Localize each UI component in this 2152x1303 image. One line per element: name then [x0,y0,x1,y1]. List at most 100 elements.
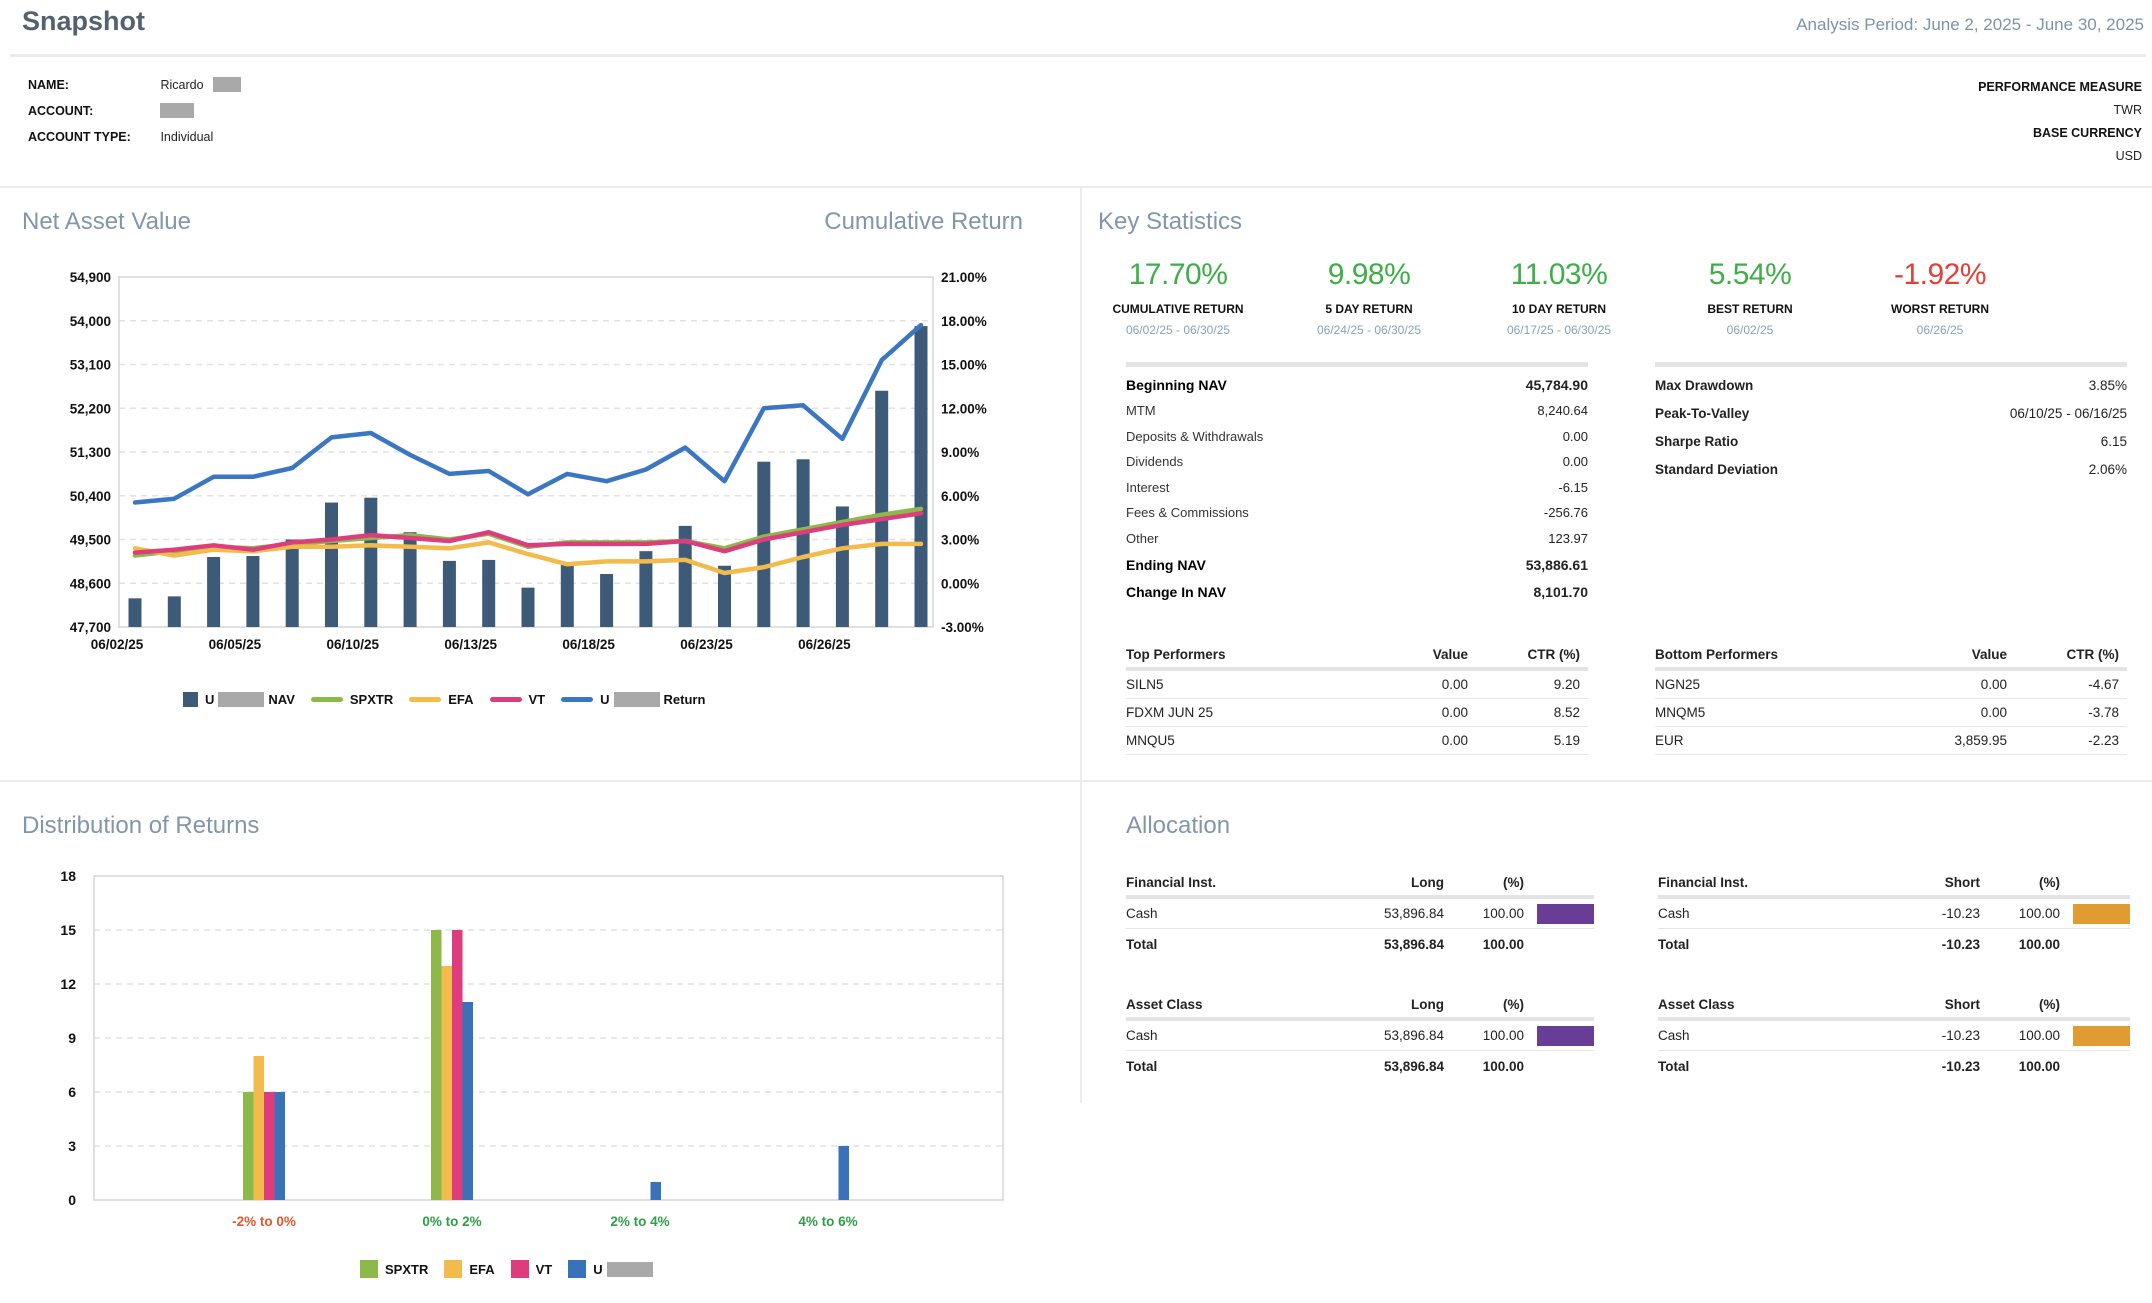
instrument-value: 0.00 [1892,705,2007,720]
total-label: Total [1126,937,1334,952]
name-value: Ricardo [160,78,203,92]
left-axis-tick: 47,700 [70,620,111,635]
column-header: Asset Class [1658,997,1870,1012]
instrument-name: MNQM5 [1655,705,1892,720]
stat-dates: 06/02/25 [1655,323,1845,337]
nav-bar [797,459,810,627]
table-row: Beginning NAV45,784.90 [1126,371,1588,398]
legend-line-swatch [561,697,593,702]
row-label: Standard Deviation [1655,462,2089,477]
total-pct: 100.00 [1980,937,2060,952]
column-header: Financial Inst. [1126,875,1334,890]
table-row: Max Drawdown3.85% [1655,371,2127,399]
column-header: (%) [1444,875,1524,890]
right-axis-tick: -3.00% [941,620,984,635]
stat-label: WORST RETURN [1845,302,2035,316]
table-header: Bottom PerformersValueCTR (%) [1655,640,2127,662]
nav-bar [325,503,338,627]
allocation-value: 53,896.84 [1334,906,1444,921]
nav-bar [915,326,928,627]
row-label: Change In NAV [1126,584,1534,600]
allocation-bar [1537,1026,1594,1046]
nav-bar [207,557,220,627]
row-label: Deposits & Withdrawals [1126,429,1563,444]
performance-measure-label: PERFORMANCE MEASURE [1978,76,2142,99]
row-label: Sharpe Ratio [1655,434,2101,449]
allocation-bar [2073,904,2130,924]
distribution-of-returns-chart: 1815129630-2% to 0%0% to 2%2% to 4%4% to… [0,860,1080,1240]
legend-square-swatch [568,1260,586,1278]
y-axis-tick: 9 [68,1030,76,1046]
legend-line-swatch [490,697,522,702]
x-axis-tick: 06/18/25 [562,637,615,652]
legend-label: SPXTR [385,1262,428,1277]
category-label: -2% to 0% [232,1214,296,1229]
row-value: 0.00 [1563,429,1588,444]
right-axis-tick: 21.00% [941,270,987,285]
legend-label: U [600,692,609,707]
snapshot-report: Snapshot Analysis Period: June 2, 2025 -… [0,0,2152,1303]
dist-bar-spxtr [243,1092,254,1200]
table-total-row: Total-10.23100.00 [1658,929,2130,959]
table-row: Dividends0.00 [1126,449,1588,475]
table-header: Financial Inst.Long(%) [1126,868,1594,890]
instrument-value: 3,859.95 [1892,733,2007,748]
column-header: Long [1334,997,1444,1012]
stat-value: 17.70% [1083,258,1273,292]
row-value: 45,784.90 [1526,377,1588,393]
key-statistics-title: Key Statistics [1098,208,1242,236]
legend-label: VT [536,1262,553,1277]
legend-label: SPXTR [350,692,393,707]
instrument-value: 0.00 [1353,705,1468,720]
allocation-bar [2073,1026,2130,1046]
nav-bar [600,574,613,627]
account-label: ACCOUNT: [28,104,156,118]
table-row: Cash53,896.84100.00 [1126,899,1594,929]
nav-bar [561,564,574,627]
table-row: Interest-6.15 [1126,475,1588,501]
allocation-name: Cash [1658,1028,1870,1043]
stat-dates: 06/24/25 - 06/30/25 [1274,323,1464,337]
row-value: 8,240.64 [1537,403,1588,418]
total-value: 53,896.84 [1334,937,1444,952]
right-axis-tick: 12.00% [941,401,987,416]
redacted-text [614,692,660,707]
y-axis-tick: 0 [68,1192,76,1208]
y-axis-tick: 15 [60,922,76,938]
bar-slot [2060,1026,2130,1046]
stat-value: -1.92% [1845,258,2035,292]
name-label: NAME: [28,78,156,92]
allocation-name: Cash [1658,906,1870,921]
allocation-name: Cash [1126,906,1334,921]
cumulative-return-title: Cumulative Return [0,208,1023,236]
stat-value: 9.98% [1274,258,1464,292]
legend-line-swatch [311,697,343,702]
total-value: 53,896.84 [1334,1059,1444,1074]
legend-item: SPXTR [311,692,393,707]
row-label: Peak-To-Valley [1655,406,2010,421]
row-value: 123.97 [1548,531,1588,546]
left-axis-tick: 54,900 [70,270,111,285]
legend-item: UNAV [183,692,295,707]
bottom-performers-table: Bottom PerformersValueCTR (%)NGN250.00-4… [1655,640,2127,755]
allocation-pct: 100.00 [1444,1028,1524,1043]
row-value: -256.76 [1544,505,1588,520]
y-axis-tick: 3 [68,1138,76,1154]
table-row: Standard Deviation2.06% [1655,455,2127,483]
row-value: -6.15 [1558,480,1588,495]
y-axis-tick: 12 [60,976,76,992]
row-value: 3.85% [2089,378,2127,393]
total-pct: 100.00 [1444,937,1524,952]
stat-worst-return: -1.92%WORST RETURN06/26/25 [1845,258,2035,337]
instrument-ctr: -4.67 [2007,677,2127,692]
table-top-band [1655,362,2127,367]
allocation-value: 53,896.84 [1334,1028,1444,1043]
allocation-value: -10.23 [1870,906,1980,921]
account-type-value: Individual [160,130,213,144]
column-header: CTR (%) [2007,647,2127,662]
nav-chart-legend: UNAVSPXTREFAVTUReturn [183,692,721,707]
column-header: Short [1870,997,1980,1012]
legend-label: EFA [469,1262,494,1277]
column-header: Top Performers [1126,647,1353,662]
legend-item: EFA [409,692,473,707]
